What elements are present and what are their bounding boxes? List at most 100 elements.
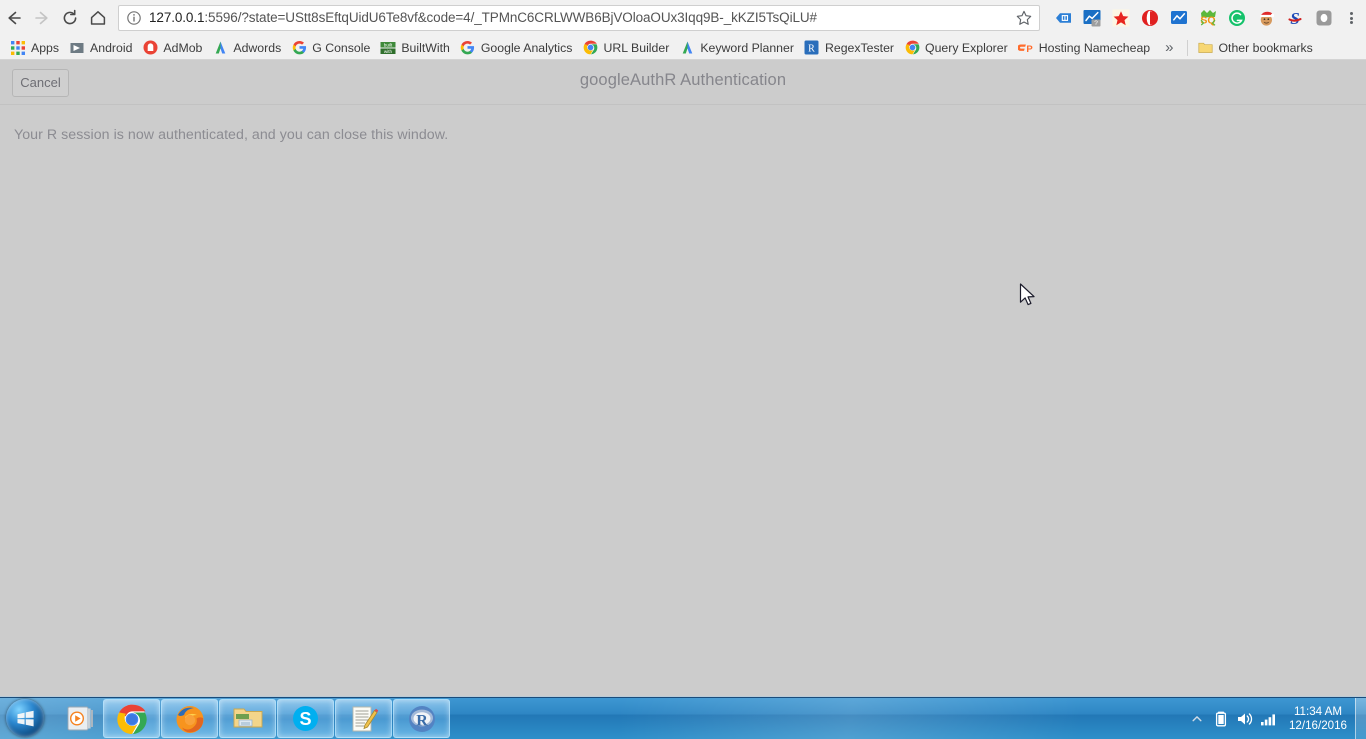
bookmark-star-icon[interactable] (1015, 9, 1033, 27)
volume-icon[interactable] (1233, 698, 1257, 739)
bookmark-url-builder[interactable]: URL Builder (579, 38, 675, 58)
address-bar[interactable]: 127.0.0.1:5596/?state=UStt8sEftqUidU6Te8… (118, 5, 1040, 31)
bookmark-regextester[interactable]: R RegexTester (801, 38, 900, 58)
url-path: :5596/?state=UStt8sEftqUidU6Te8vf&code=4… (204, 10, 817, 25)
authentication-status-message: Your R session is now authenticated, and… (14, 127, 449, 143)
bookmark-label: Keyword Planner (700, 40, 794, 55)
star-extension-icon[interactable] (1106, 3, 1135, 33)
bookmark-google-analytics[interactable]: Google Analytics (457, 38, 579, 58)
info-icon[interactable] (126, 10, 142, 26)
forward-button[interactable] (28, 4, 56, 32)
taskbar-item-mozilla-firefox[interactable] (161, 699, 218, 738)
chrome-icon (582, 40, 598, 56)
chrome-icon (116, 704, 147, 734)
bookmark-label: Hosting Namecheap (1038, 40, 1151, 55)
analytics-extension-icon[interactable]: ? (1077, 3, 1106, 33)
tag-extension-icon[interactable] (1048, 3, 1077, 33)
home-icon (90, 11, 106, 25)
check-chart-extension-icon[interactable] (1164, 3, 1193, 33)
system-tray: 11:34 AM 12/16/2016 (1185, 698, 1366, 739)
show-hidden-icons-button[interactable] (1185, 698, 1209, 739)
taskbar-item-skype[interactable]: S (277, 699, 334, 738)
bookmark-adwords[interactable]: Adwords (209, 38, 287, 58)
browser-toolbar: 127.0.0.1:5596/?state=UStt8sEftqUidU6Te8… (0, 0, 1366, 36)
battery-icon[interactable] (1209, 698, 1233, 739)
bookmark-apps[interactable]: Apps (7, 38, 65, 58)
extensions-strip: ? SQ S (1048, 3, 1366, 33)
builtwith-icon: built with (380, 40, 396, 56)
show-desktop-button[interactable] (1355, 698, 1366, 739)
bookmark-label: G Console (312, 40, 371, 55)
bookmark-label: URL Builder (603, 40, 670, 55)
forward-arrow-icon (35, 11, 48, 25)
browser-chrome: 127.0.0.1:5596/?state=UStt8sEftqUidU6Te8… (0, 0, 1366, 60)
menu-dot (1349, 16, 1353, 20)
taskbar-item-google-chrome[interactable] (103, 699, 160, 738)
chevron-up-icon (1192, 715, 1202, 721)
chrome-menu-button[interactable] (1338, 3, 1364, 33)
bookmark-builtwith[interactable]: built with BuiltWith (377, 38, 456, 58)
svg-text:P: P (1026, 44, 1033, 55)
page-title: googleAuthR Authentication (579, 71, 787, 89)
svg-text:R: R (809, 43, 816, 54)
bookmark-label: Other bookmarks (1218, 40, 1313, 55)
reload-button[interactable] (56, 4, 84, 32)
bookmark-label: Adwords (233, 40, 282, 55)
bookmark-label: BuiltWith (401, 40, 450, 55)
taskbar-item-file-explorer[interactable] (219, 699, 276, 738)
svg-text:built: built (384, 42, 393, 47)
bookmark-hosting-namecheap[interactable]: P Hosting Namecheap (1015, 38, 1156, 58)
start-button[interactable] (6, 699, 44, 737)
windows-media-player-icon (67, 706, 93, 731)
adwords-icon (679, 40, 695, 56)
bookmarks-bar: Apps Android AdMob Adwords G Console bui… (0, 36, 1366, 60)
windows-taskbar: S R 11:34 AM 12/16/2016 (0, 696, 1366, 739)
regextester-icon: R (804, 40, 820, 56)
bookmark-query-explorer[interactable]: Query Explorer (901, 38, 1014, 58)
bookmark-admob[interactable]: AdMob (139, 38, 208, 58)
bookmark-keyword-planner[interactable]: Keyword Planner (676, 38, 800, 58)
google-g-icon (291, 40, 307, 56)
google-g-icon (460, 40, 476, 56)
taskbar-gloss-secondary (620, 698, 1080, 739)
seoquake-extension-icon[interactable]: SQ (1193, 3, 1222, 33)
back-button[interactable] (0, 4, 28, 32)
taskbar-item-windows-media-player[interactable] (58, 699, 102, 738)
url-text[interactable]: 127.0.0.1:5596/?state=UStt8sEftqUidU6Te8… (149, 10, 1009, 26)
page-content: Cancel googleAuthR Authentication Your R… (0, 60, 1366, 696)
menu-dot (1349, 12, 1353, 15)
skype-icon: S (293, 706, 318, 731)
clock-date: 12/16/2016 (1288, 718, 1348, 732)
opera-extension-icon[interactable] (1135, 3, 1164, 33)
home-button[interactable] (84, 4, 112, 32)
bookmark-g-console[interactable]: G Console (288, 38, 376, 58)
svg-text:R: R (416, 712, 428, 729)
bookmark-android[interactable]: Android (66, 38, 138, 58)
bookmarks-separator (1187, 39, 1189, 56)
santa-extension-icon[interactable] (1251, 3, 1280, 33)
bookmark-label: Android (90, 40, 133, 55)
svg-text:S: S (1290, 9, 1299, 28)
svg-text:S: S (299, 709, 311, 729)
gray-extension-icon[interactable] (1309, 3, 1338, 33)
bookmarks-overflow-button[interactable]: » (1157, 39, 1181, 56)
screen: 127.0.0.1:5596/?state=UStt8sEftqUidU6Te8… (0, 0, 1366, 739)
apps-grid-icon (10, 40, 26, 56)
taskbar-item-rstudio[interactable]: R (393, 699, 450, 738)
wordpad-icon (352, 706, 378, 731)
network-signal-icon[interactable] (1257, 698, 1281, 739)
menu-dot (1349, 21, 1353, 24)
page-header: Cancel googleAuthR Authentication (0, 60, 1366, 105)
bookmark-other-bookmarks[interactable]: Other bookmarks (1194, 38, 1318, 58)
clock[interactable]: 11:34 AM 12/16/2016 (1281, 698, 1355, 739)
clock-time: 11:34 AM (1293, 704, 1343, 718)
taskbar-item-wordpad[interactable] (335, 699, 392, 738)
grammarly-extension-icon[interactable] (1222, 3, 1251, 33)
admob-icon (142, 40, 158, 56)
file-explorer-icon (233, 708, 262, 727)
s-extension-icon[interactable]: S (1280, 3, 1309, 33)
folder-icon (1197, 40, 1213, 56)
url-host: 127.0.0.1 (149, 10, 205, 25)
bookmark-label: Apps (31, 40, 60, 55)
android-icon (69, 40, 85, 56)
